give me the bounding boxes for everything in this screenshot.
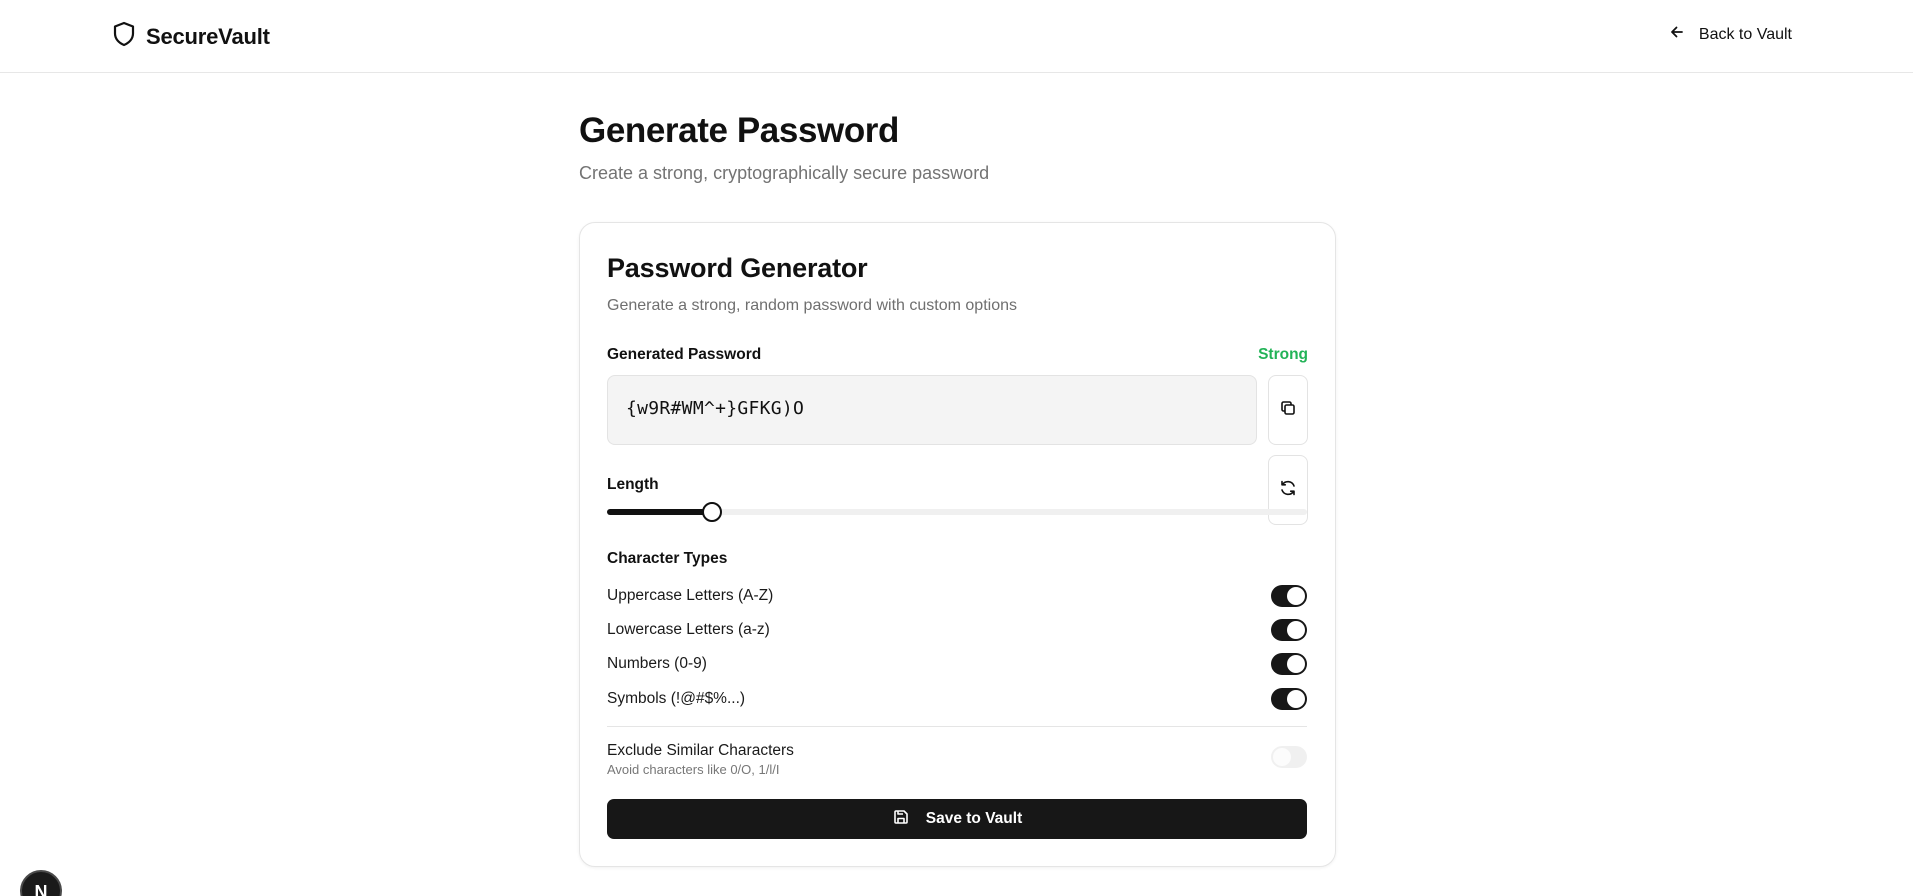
length-slider-thumb[interactable] — [702, 502, 722, 522]
generated-password-field[interactable]: {w9R#WM^+}GFKG)O — [607, 375, 1257, 445]
option-symbols-label: Symbols (!@#$%...) — [607, 690, 746, 707]
option-exclude-similar: Exclude Similar Characters — [607, 740, 1307, 768]
back-to-vault-label: Back to Vault — [1698, 25, 1792, 43]
character-types-label: Character Types — [607, 550, 728, 567]
length-slider-fill — [607, 509, 712, 515]
save-icon — [892, 808, 910, 831]
save-to-vault-button[interactable]: Save to Vault — [607, 799, 1307, 839]
length-slider[interactable] — [607, 502, 1307, 522]
brand-name: SecureVault — [146, 23, 270, 49]
toggle-knob — [1287, 690, 1305, 708]
page-title: Generate Password — [579, 111, 900, 150]
option-numbers-label: Numbers (0-9) — [607, 655, 707, 672]
avatar[interactable]: N — [20, 870, 62, 896]
save-to-vault-label: Save to Vault — [925, 810, 1023, 827]
back-to-vault-link[interactable]: Back to Vault — [1669, 24, 1792, 45]
generated-password-label: Generated Password — [607, 346, 762, 363]
exclude-similar-label: Exclude Similar Characters — [607, 742, 794, 759]
toggle-knob — [1287, 621, 1305, 639]
symbols-toggle[interactable] — [1271, 688, 1307, 710]
toggle-knob — [1273, 748, 1291, 766]
option-numbers: Numbers (0-9) — [607, 653, 1307, 677]
option-uppercase-label: Uppercase Letters (A-Z) — [607, 587, 774, 604]
options-divider — [607, 726, 1307, 727]
toggle-knob — [1287, 587, 1305, 605]
top-navbar: SecureVault Back to Vault — [0, 0, 1913, 73]
card-description: Generate a strong, random password with … — [607, 297, 1017, 314]
password-generator-card: Password Generator Generate a strong, ra… — [579, 222, 1336, 867]
page-subtitle: Create a strong, cryptographically secur… — [579, 163, 990, 183]
arrow-left-icon — [1669, 24, 1685, 45]
toggle-knob — [1287, 655, 1305, 673]
brand[interactable]: SecureVault — [112, 21, 270, 52]
option-lowercase-label: Lowercase Letters (a-z) — [607, 621, 770, 638]
card-title: Password Generator — [607, 253, 868, 283]
option-uppercase: Uppercase Letters (A-Z) — [607, 585, 1307, 609]
copy-icon — [1279, 399, 1297, 422]
copy-button[interactable] — [1268, 375, 1308, 445]
lowercase-toggle[interactable] — [1271, 619, 1307, 641]
option-lowercase: Lowercase Letters (a-z) — [607, 619, 1307, 643]
option-symbols: Symbols (!@#$%...) — [607, 688, 1307, 712]
length-label: Length — [607, 476, 659, 493]
exclude-similar-hint: Avoid characters like 0/O, 1/l/I — [607, 762, 780, 777]
uppercase-toggle[interactable] — [1271, 585, 1307, 607]
strength-indicator: Strong — [1258, 346, 1308, 363]
shield-icon — [112, 21, 136, 52]
numbers-toggle[interactable] — [1271, 653, 1307, 675]
refresh-icon — [1279, 479, 1297, 502]
exclude-similar-toggle[interactable] — [1271, 746, 1307, 768]
page-header: Generate Password Create a strong, crypt… — [579, 109, 1339, 184]
